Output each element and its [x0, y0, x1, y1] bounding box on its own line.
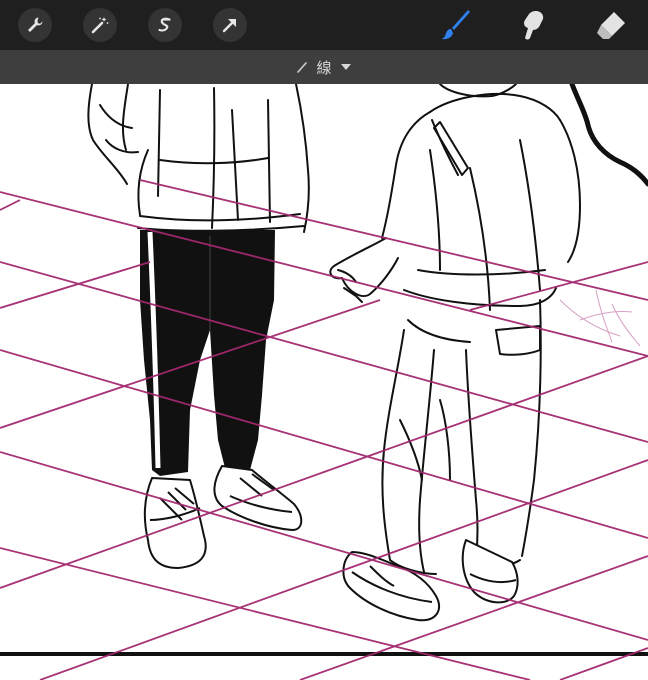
- smudge-icon: [516, 8, 550, 42]
- layer-name: 線: [316, 58, 332, 77]
- perspective-grid: [0, 179, 648, 680]
- eraser-icon: [594, 8, 628, 42]
- right-figure-shoes: [342, 539, 519, 622]
- left-figure: [87, 84, 310, 233]
- triangle-down-icon: [340, 62, 352, 72]
- left-figure-pants: [140, 230, 275, 476]
- top-toolbar: [0, 0, 648, 50]
- canvas-artwork: [0, 84, 648, 680]
- actions-button[interactable]: [18, 8, 52, 42]
- brush-icon: [438, 8, 472, 42]
- adjustments-button[interactable]: [83, 8, 117, 42]
- selection-s-icon: [155, 15, 175, 35]
- wrench-icon: [25, 15, 45, 35]
- smudge-button[interactable]: [514, 6, 552, 44]
- transform-button[interactable]: [213, 8, 247, 42]
- layer-selector[interactable]: 線: [0, 50, 648, 84]
- pencil-line-icon: [296, 61, 308, 73]
- brush-button[interactable]: [436, 6, 474, 44]
- transform-arrow-icon: [220, 15, 240, 35]
- eraser-button[interactable]: [592, 6, 630, 44]
- drawing-canvas[interactable]: [0, 84, 648, 680]
- selection-button[interactable]: [148, 8, 182, 42]
- magic-wand-icon: [90, 15, 110, 35]
